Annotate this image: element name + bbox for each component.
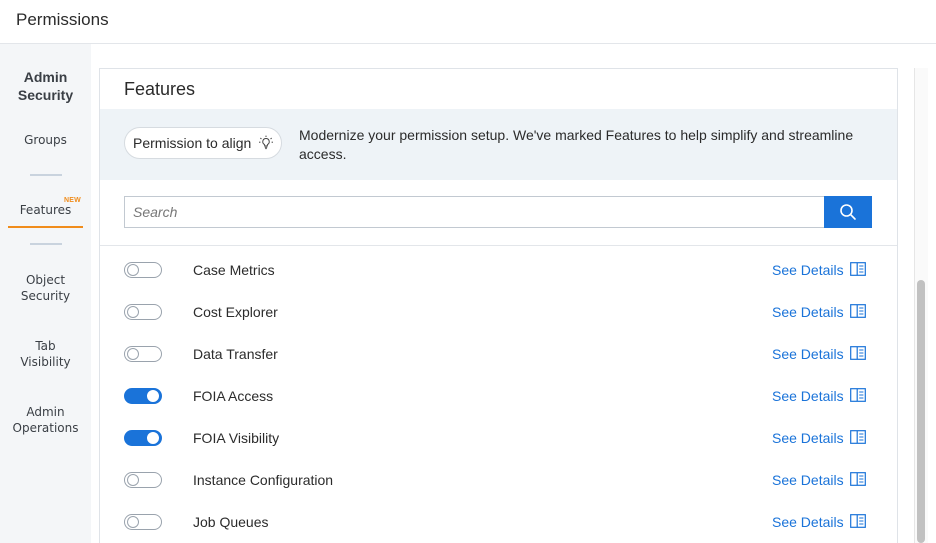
sidebar-item-label: Tab [35, 339, 56, 353]
feature-toggle[interactable] [124, 388, 162, 404]
section-title: Features [124, 79, 196, 99]
features-card: Features Permission to align Modernize y… [99, 68, 898, 543]
feature-name: Instance Configuration [193, 472, 334, 488]
sidebar-separator [30, 243, 62, 245]
feature-row: Instance Configuration See Details [124, 459, 873, 501]
see-details-link[interactable]: See Details [772, 388, 844, 404]
feature-row: FOIA Access See Details [124, 375, 873, 417]
side-panel-icon[interactable] [850, 514, 866, 528]
feature-row: Data Transfer See Details [124, 333, 873, 375]
see-details-link[interactable]: See Details [772, 430, 844, 446]
top-bar: Permissions [0, 0, 936, 44]
active-tab-indicator [8, 226, 83, 228]
search-bar [124, 196, 873, 228]
sidebar-item-features[interactable]: Features [0, 202, 91, 218]
feature-toggle[interactable] [124, 430, 162, 446]
see-details-link[interactable]: See Details [772, 514, 844, 530]
see-details-link[interactable]: See Details [772, 346, 844, 362]
feature-row: Case Metrics See Details [124, 249, 873, 291]
info-message: Modernize your permission setup. We've m… [299, 127, 854, 162]
feature-row: Cost Explorer See Details [124, 291, 873, 333]
sidebar-item-admin-operations[interactable]: Admin Operations [0, 404, 91, 436]
sidebar-item-tab-visibility[interactable]: Tab Visibility [0, 338, 91, 370]
toggle-knob [127, 348, 139, 360]
feature-name: FOIA Access [193, 388, 274, 404]
sidebar-heading: Admin Security [0, 68, 91, 104]
side-panel-icon[interactable] [850, 346, 866, 360]
toggle-knob [127, 474, 139, 486]
sidebar-item-label: Groups [24, 133, 67, 147]
sidebar-heading-text: Admin Security [17, 69, 74, 103]
feature-name: FOIA Visibility [193, 430, 280, 446]
sidebar-item-label: Security [20, 289, 71, 303]
search-icon [840, 204, 856, 220]
list-divider [100, 245, 897, 246]
sidebar-separator [30, 174, 62, 176]
sidebar-item-label: Operations [12, 421, 79, 435]
toggle-knob [127, 516, 139, 528]
search-button[interactable] [824, 196, 872, 228]
feature-row: FOIA Visibility See Details [124, 417, 873, 459]
feature-toggle[interactable] [124, 262, 162, 278]
feature-name: Cost Explorer [193, 304, 278, 320]
side-panel-icon[interactable] [850, 388, 866, 402]
sidebar-item-label: Visibility [20, 355, 71, 369]
side-panel-icon[interactable] [850, 430, 866, 444]
see-details-link[interactable]: See Details [772, 262, 844, 278]
feature-toggle[interactable] [124, 514, 162, 530]
info-banner: Permission to align Modernize your permi… [100, 109, 897, 180]
search-input[interactable] [124, 196, 825, 228]
feature-toggle[interactable] [124, 304, 162, 320]
side-panel-icon[interactable] [850, 262, 866, 276]
feature-row: Job Queues See Details [124, 501, 873, 543]
side-panel-icon[interactable] [850, 304, 866, 318]
feature-toggle[interactable] [124, 472, 162, 488]
see-details-link[interactable]: See Details [772, 472, 844, 488]
feature-name: Case Metrics [193, 262, 275, 278]
page-title: Permissions [16, 10, 109, 29]
new-badge: NEW [64, 197, 81, 204]
feature-name: Data Transfer [193, 346, 278, 362]
toggle-knob [147, 390, 159, 402]
toggle-knob [147, 432, 159, 444]
side-panel-icon[interactable] [850, 472, 866, 486]
toggle-knob [127, 306, 139, 318]
sidebar-item-label: Admin [26, 405, 65, 419]
feature-toggle[interactable] [124, 346, 162, 362]
permission-to-align-pill[interactable]: Permission to align [124, 127, 283, 159]
lightbulb-icon [259, 135, 274, 150]
scrollbar-thumb[interactable] [917, 280, 925, 543]
pill-label: Permission to align [133, 135, 252, 151]
toggle-knob [127, 264, 139, 276]
sidebar-item-object-security[interactable]: Object Security [0, 272, 91, 304]
see-details-link[interactable]: See Details [772, 304, 844, 320]
feature-name: Job Queues [193, 514, 269, 530]
sidebar-item-label: Features [19, 203, 72, 217]
sidebar-item-groups[interactable]: Groups [0, 132, 91, 148]
sidebar: Admin Security Groups Features NEW Objec… [0, 44, 91, 543]
sidebar-item-label: Object [25, 273, 66, 287]
